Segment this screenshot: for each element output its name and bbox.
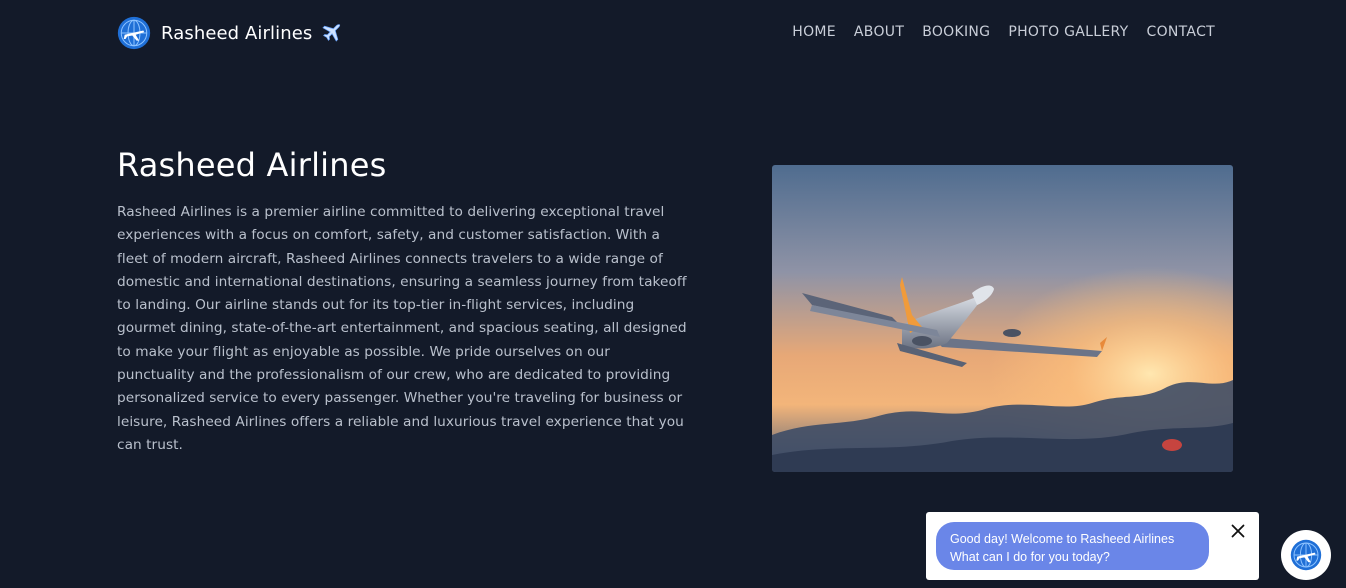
hero-title: Rasheed Airlines [117,146,387,184]
brand-name: Rasheed Airlines [161,22,313,44]
navbar: Rasheed Airlines HOME ABOUT BOOKING PHOT… [0,0,1346,68]
chat-message-line-2: What can I do for you today? [950,550,1110,564]
hero-description: Rasheed Airlines is a premier airline co… [117,204,687,453]
nav-link-booking[interactable]: BOOKING [922,24,990,40]
chat-message-line-1: Good day! Welcome to Rasheed Airlines [950,532,1175,546]
close-icon[interactable] [1231,524,1245,538]
nav-links: HOME ABOUT BOOKING PHOTO GALLERY CONTACT [792,24,1215,40]
nav-link-home[interactable]: HOME [792,24,836,40]
chat-message: Good day! Welcome to Rasheed Airlines Wh… [936,522,1209,570]
brand[interactable]: Rasheed Airlines [117,16,342,50]
nav-link-about[interactable]: ABOUT [854,24,904,40]
hero-airplane-image [772,165,1233,472]
chat-popup: Good day! Welcome to Rasheed Airlines Wh… [926,512,1259,580]
globe-plane-logo-icon [117,16,151,50]
chat-launcher-button[interactable] [1281,530,1331,580]
nav-link-contact[interactable]: CONTACT [1147,24,1216,40]
globe-plane-logo-icon [1290,539,1322,571]
nav-link-photo-gallery[interactable]: PHOTO GALLERY [1008,24,1128,40]
airplane-icon [322,24,341,42]
